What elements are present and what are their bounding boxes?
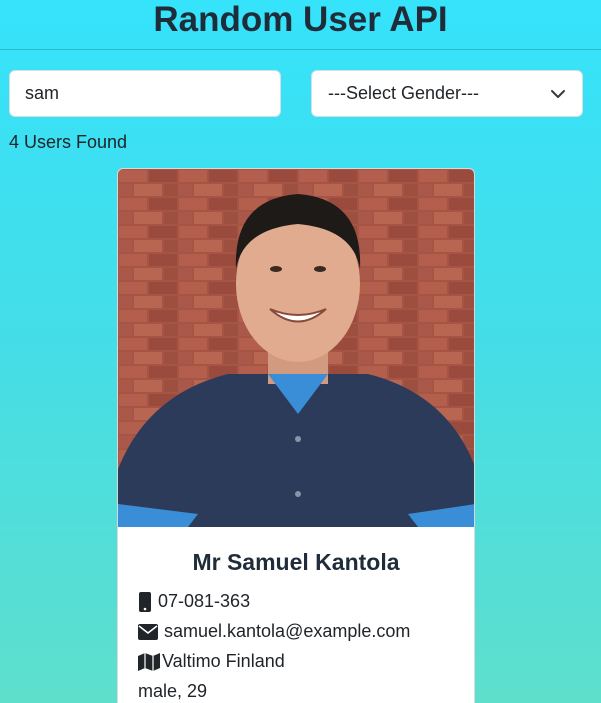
results-count: 4 Users Found: [9, 132, 128, 152]
user-location: Valtimo Finland: [162, 651, 285, 671]
phone-row: 07-081-363: [138, 591, 250, 612]
app-header: Random User API: [0, 0, 601, 50]
user-card: Mr Samuel Kantola 07-081-363 samuel.kant…: [117, 168, 475, 703]
chevron-down-icon: [551, 89, 565, 98]
gender-age-row: male, 29: [138, 681, 207, 702]
map-icon: [138, 652, 160, 671]
gender-select-value: ---Select Gender---: [328, 83, 480, 103]
envelope-icon: [138, 623, 158, 640]
user-gender-age: male, 29: [138, 681, 208, 701]
user-name: Mr Samuel Kantola: [192, 549, 400, 575]
gender-select[interactable]: ---Select Gender---: [311, 70, 583, 117]
email-row: samuel.kantola@example.com: [138, 621, 410, 642]
user-email: samuel.kantola@example.com: [164, 621, 411, 641]
page-title: Random User API: [153, 0, 448, 39]
location-row: Valtimo Finland: [138, 651, 285, 672]
user-phone: 07-081-363: [158, 591, 251, 611]
search-input[interactable]: [9, 70, 281, 117]
mobile-phone-icon: [139, 591, 151, 612]
user-photo: [118, 169, 474, 527]
